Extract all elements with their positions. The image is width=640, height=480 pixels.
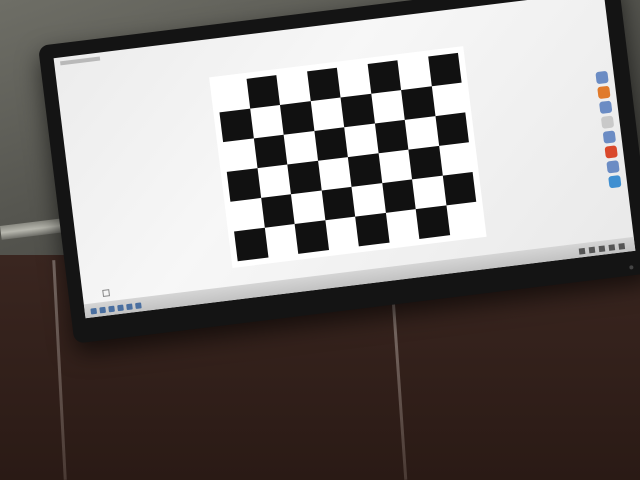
board-square-light — [352, 183, 386, 216]
power-led-icon — [629, 265, 634, 270]
checkerboard — [209, 46, 487, 268]
board-square-dark — [219, 108, 254, 143]
photo-scene — [0, 0, 640, 480]
board-square-light — [344, 124, 378, 157]
board-square-light — [230, 198, 264, 231]
board-square-light — [276, 71, 310, 104]
board-square-light — [284, 131, 318, 164]
board-square-light — [318, 157, 352, 190]
dock-app-icon[interactable] — [604, 145, 618, 159]
board-square-dark — [374, 119, 409, 154]
board-square-light — [405, 116, 439, 149]
board-square-dark — [367, 60, 402, 94]
board-square-dark — [355, 212, 390, 247]
taskbar-app-icon[interactable] — [99, 306, 107, 314]
dock-app-icon[interactable] — [600, 115, 615, 129]
board-square-light — [291, 191, 325, 224]
board-square-dark — [347, 153, 382, 187]
board-square-dark — [321, 186, 356, 221]
board-square-dark — [226, 168, 261, 202]
tray-icon[interactable] — [588, 246, 596, 254]
desktop-icon[interactable] — [102, 289, 111, 297]
board-square-light — [385, 209, 419, 242]
board-square-light — [439, 142, 473, 175]
board-square-light — [310, 98, 344, 131]
taskbar-app-icon[interactable] — [90, 307, 98, 315]
board-square-light — [223, 138, 257, 171]
taskbar-app-icon[interactable] — [126, 303, 133, 311]
taskbar-app-icon[interactable] — [117, 304, 124, 312]
board-square-light — [371, 90, 405, 123]
tray-icon[interactable] — [608, 244, 616, 251]
board-square-dark — [435, 112, 469, 146]
taskbar-app-icon[interactable] — [108, 305, 115, 313]
board-square-dark — [253, 134, 288, 169]
board-square-light — [337, 64, 371, 97]
window-title-bar — [60, 56, 101, 66]
tray-icon[interactable] — [578, 247, 586, 255]
board-square-dark — [306, 67, 341, 102]
dock-app-icon[interactable] — [606, 160, 620, 174]
board-square-light — [446, 202, 480, 235]
board-square-dark — [415, 205, 450, 239]
board-square-dark — [279, 101, 314, 135]
board-square-dark — [294, 220, 329, 254]
board-square-light — [397, 57, 431, 90]
board-square-dark — [427, 52, 462, 87]
side-dock — [595, 70, 627, 222]
board-square-dark — [401, 86, 436, 120]
board-square-light — [412, 176, 446, 209]
dock-app-icon[interactable] — [608, 175, 622, 189]
board-square-dark — [313, 127, 348, 161]
tray-icon[interactable] — [618, 243, 626, 250]
board-square-dark — [442, 171, 477, 206]
board-square-light — [264, 224, 298, 257]
board-square-dark — [287, 160, 322, 195]
board-square-light — [431, 83, 465, 116]
monitor-screen — [53, 0, 636, 319]
dock-app-icon[interactable] — [597, 85, 611, 100]
board-square-dark — [234, 227, 268, 262]
taskbar-app-icon[interactable] — [135, 302, 142, 310]
board-square-dark — [340, 93, 375, 128]
tray-icon[interactable] — [598, 245, 606, 253]
board-square-light — [378, 150, 412, 183]
dock-app-icon[interactable] — [599, 100, 613, 114]
board-square-light — [216, 79, 250, 112]
system-tray — [578, 243, 626, 255]
dock-app-icon[interactable] — [595, 70, 609, 85]
board-square-light — [325, 217, 359, 250]
board-square-light — [250, 105, 284, 138]
board-square-light — [257, 165, 291, 198]
dock-app-icon[interactable] — [602, 130, 617, 144]
board-square-dark — [260, 194, 295, 228]
board-square-dark — [408, 145, 443, 180]
board-square-dark — [246, 75, 280, 109]
board-square-dark — [381, 179, 416, 213]
